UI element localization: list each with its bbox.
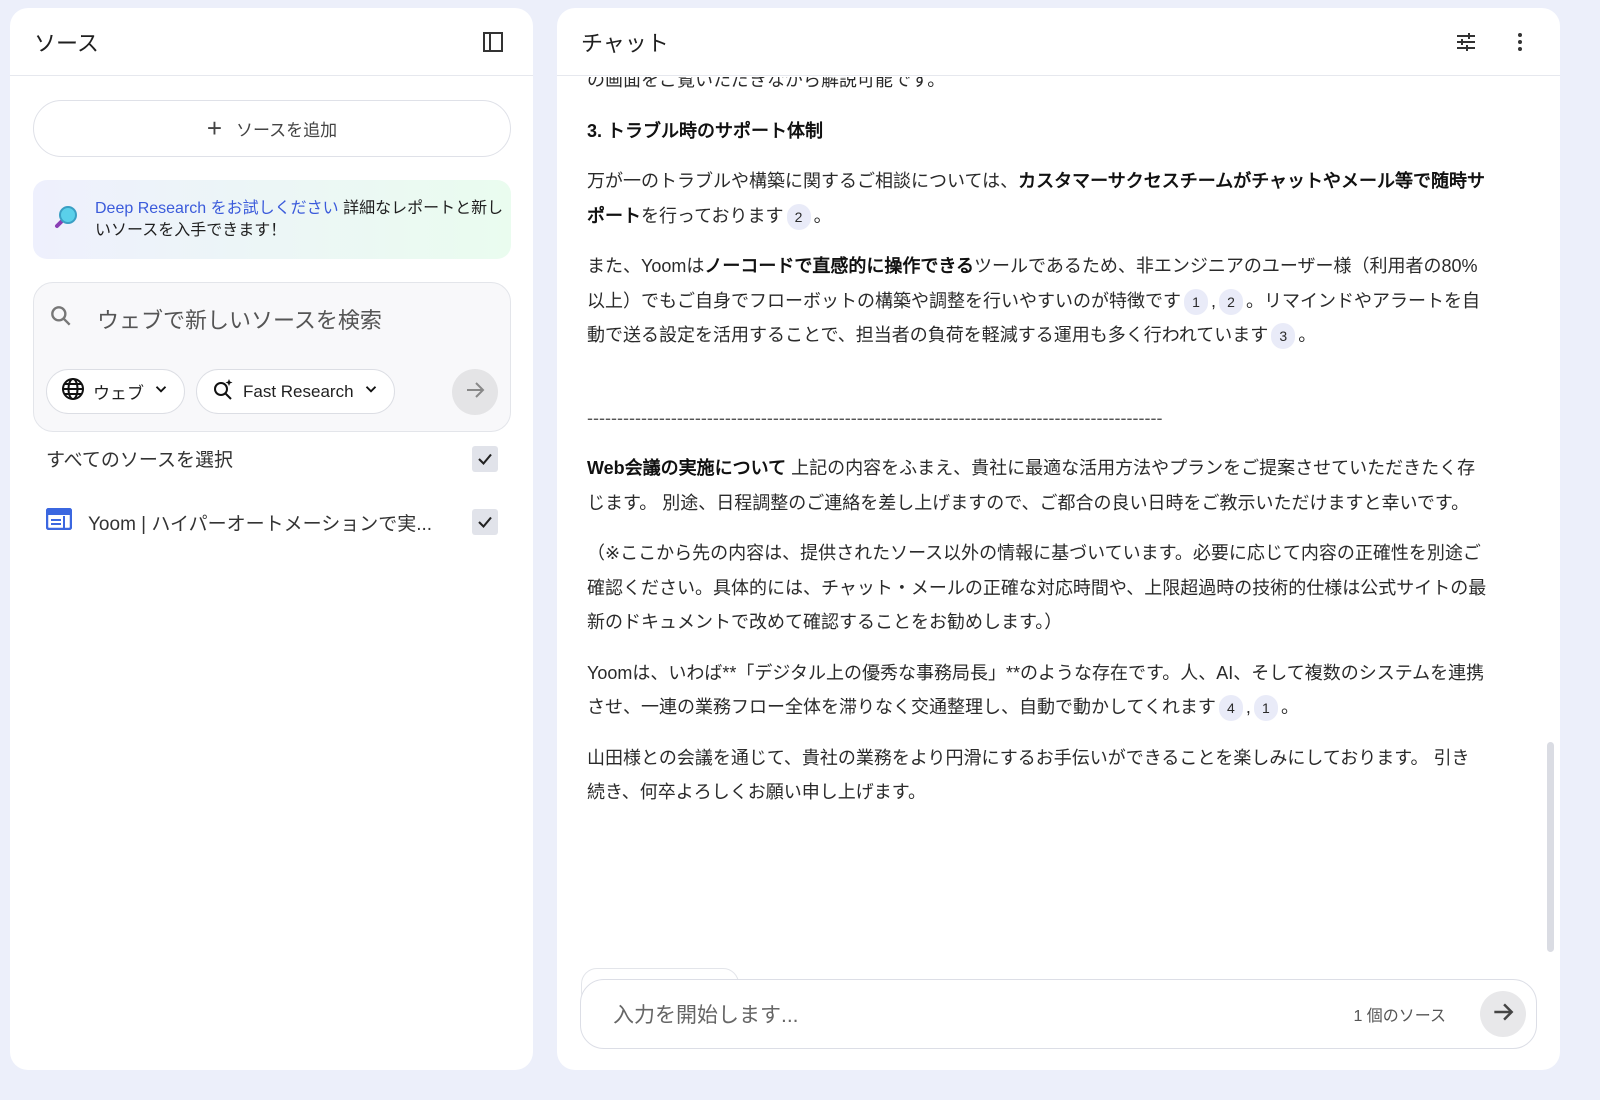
text: Yoomは、いわば**「デジタル上の優秀な事務局長」**のような存在です。人、A… — [587, 662, 1485, 718]
text: 。 — [1280, 697, 1299, 717]
arrow-right-icon — [1490, 999, 1516, 1030]
chevron-down-icon — [362, 380, 380, 403]
select-all-label: すべてのソースを選択 — [46, 450, 233, 471]
magnifier-icon — [53, 204, 79, 235]
web-chip-label: ウェブ — [93, 384, 144, 403]
bold-text: ノーコードで直感的に操作できる — [704, 256, 975, 276]
globe-icon — [61, 377, 85, 406]
source-item-label: Yoom | ハイパーオートメーションで実... — [88, 513, 433, 535]
chat-paragraph: （※ここから先の内容は、提供されたソース以外の情報に基づいています。必要に応じて… — [587, 536, 1487, 640]
search-submit-button[interactable] — [452, 369, 498, 415]
chat-paragraph: 万が一のトラブルや構築に関するご相談については、カスタマーサクセスチームがチャッ… — [587, 164, 1487, 233]
web-source-dropdown[interactable]: ウェブ — [46, 369, 185, 414]
web-search-box: ウェブで新しいソースを検索 ウェブ Fast Research — [33, 282, 511, 432]
sources-panel: ソース + ソースを追加 Deep Research をお試しください 詳細なレ… — [10, 8, 533, 1070]
chat-paragraph: 山田様との会議を通じて、貴社の業務をより円滑にするお手伝いができることを楽しみに… — [587, 741, 1487, 810]
deep-research-banner[interactable]: Deep Research をお試しください 詳細なレポートと新しいソースを入手… — [33, 180, 511, 259]
section-heading: 3. トラブル時のサポート体制 — [587, 114, 1487, 149]
more-vert-icon[interactable] — [1504, 26, 1536, 58]
text: 山田様との会議を通じて、貴社の業務をより円滑にするお手伝いができることを楽しみに… — [587, 747, 1470, 803]
text: 。 — [813, 205, 832, 226]
arrow-right-icon — [463, 378, 487, 407]
chat-input[interactable]: 入力を開始します... — [613, 999, 1353, 1029]
citation-badge[interactable]: 4 — [1218, 695, 1243, 722]
citation-badge[interactable]: 3 — [1271, 323, 1296, 350]
sources-title: ソース — [34, 30, 99, 56]
divider-line: ----------------------------------------… — [587, 407, 1163, 428]
citation-badge[interactable]: 1 — [1253, 695, 1278, 722]
send-button[interactable] — [1480, 991, 1526, 1037]
sparkle-search-icon — [211, 377, 235, 406]
collapse-panel-icon[interactable] — [477, 26, 509, 58]
chat-input-box[interactable]: 入力を開始します... 1 個のソース — [580, 979, 1537, 1049]
chat-scrollbar[interactable] — [1547, 742, 1554, 952]
bold-text: 3. トラブル時のサポート体制 — [587, 120, 824, 141]
chevron-down-icon — [152, 380, 170, 403]
text: の画面をご覧いただきながら解説可能です。 — [587, 77, 946, 90]
add-source-label: ソースを追加 — [236, 121, 338, 140]
text: 。 — [1298, 325, 1317, 345]
chat-title: チャット — [581, 30, 669, 56]
text: また、Yoomは — [587, 256, 705, 276]
add-source-button[interactable]: + ソースを追加 — [33, 100, 511, 157]
citation-badge[interactable]: 2 — [1219, 288, 1244, 315]
text: 万が一のトラブルや構築に関するご相談については、 — [587, 171, 1019, 191]
search-icon — [48, 303, 74, 334]
source-checkbox[interactable] — [472, 509, 498, 535]
chat-paragraph: Web会議の実施について 上記の内容をふまえ、貴社に最適な活用方法やプランをご提… — [587, 451, 1487, 520]
bold-text: Web会議の実施について — [587, 458, 787, 478]
chat-header: チャット — [557, 8, 1560, 76]
web-page-icon — [45, 507, 73, 536]
text: を行っております — [641, 205, 784, 226]
source-count: 1 個のソース — [1353, 1008, 1446, 1025]
tune-settings-icon[interactable] — [1450, 26, 1482, 58]
chat-paragraph: また、Yoomはノーコードで直感的に操作できるツールであるため、非エンジニアのユ… — [587, 249, 1487, 353]
chat-paragraph: Yoomは、いわば**「デジタル上の優秀な事務局長」**のような存在です。人、A… — [587, 656, 1487, 725]
citation-badge[interactable]: 1 — [1184, 288, 1208, 315]
citation-badge[interactable]: 2 — [786, 203, 811, 230]
select-all-row[interactable]: すべてのソースを選択 — [46, 445, 498, 472]
sources-header: ソース — [10, 8, 533, 76]
web-search-input[interactable]: ウェブで新しいソースを検索 — [97, 303, 382, 335]
source-item[interactable]: Yoom | ハイパーオートメーションで実... — [45, 507, 498, 536]
mode-chip-label: Fast Research — [243, 381, 354, 401]
plus-icon: + — [206, 113, 223, 143]
deep-research-link[interactable]: Deep Research をお試しください — [95, 200, 339, 217]
chat-panel: チャット の画面をご覧いただきながら解説可能です。 3. トラブル時のサポート体制… — [557, 8, 1560, 1070]
text: , — [1245, 697, 1251, 717]
chat-paragraph: の画面をご覧いただきながら解説可能です。 — [587, 77, 1487, 98]
research-mode-dropdown[interactable]: Fast Research — [196, 369, 395, 414]
text: （※ここから先の内容は、提供されたソース以外の情報に基づいています。必要に応じて… — [587, 543, 1487, 632]
select-all-checkbox[interactable] — [472, 445, 498, 472]
text: , — [1211, 290, 1217, 311]
chat-paragraph: ----------------------------------------… — [587, 401, 1322, 436]
chat-messages: の画面をご覧いただきながら解説可能です。 3. トラブル時のサポート体制万が一のト… — [587, 77, 1487, 977]
